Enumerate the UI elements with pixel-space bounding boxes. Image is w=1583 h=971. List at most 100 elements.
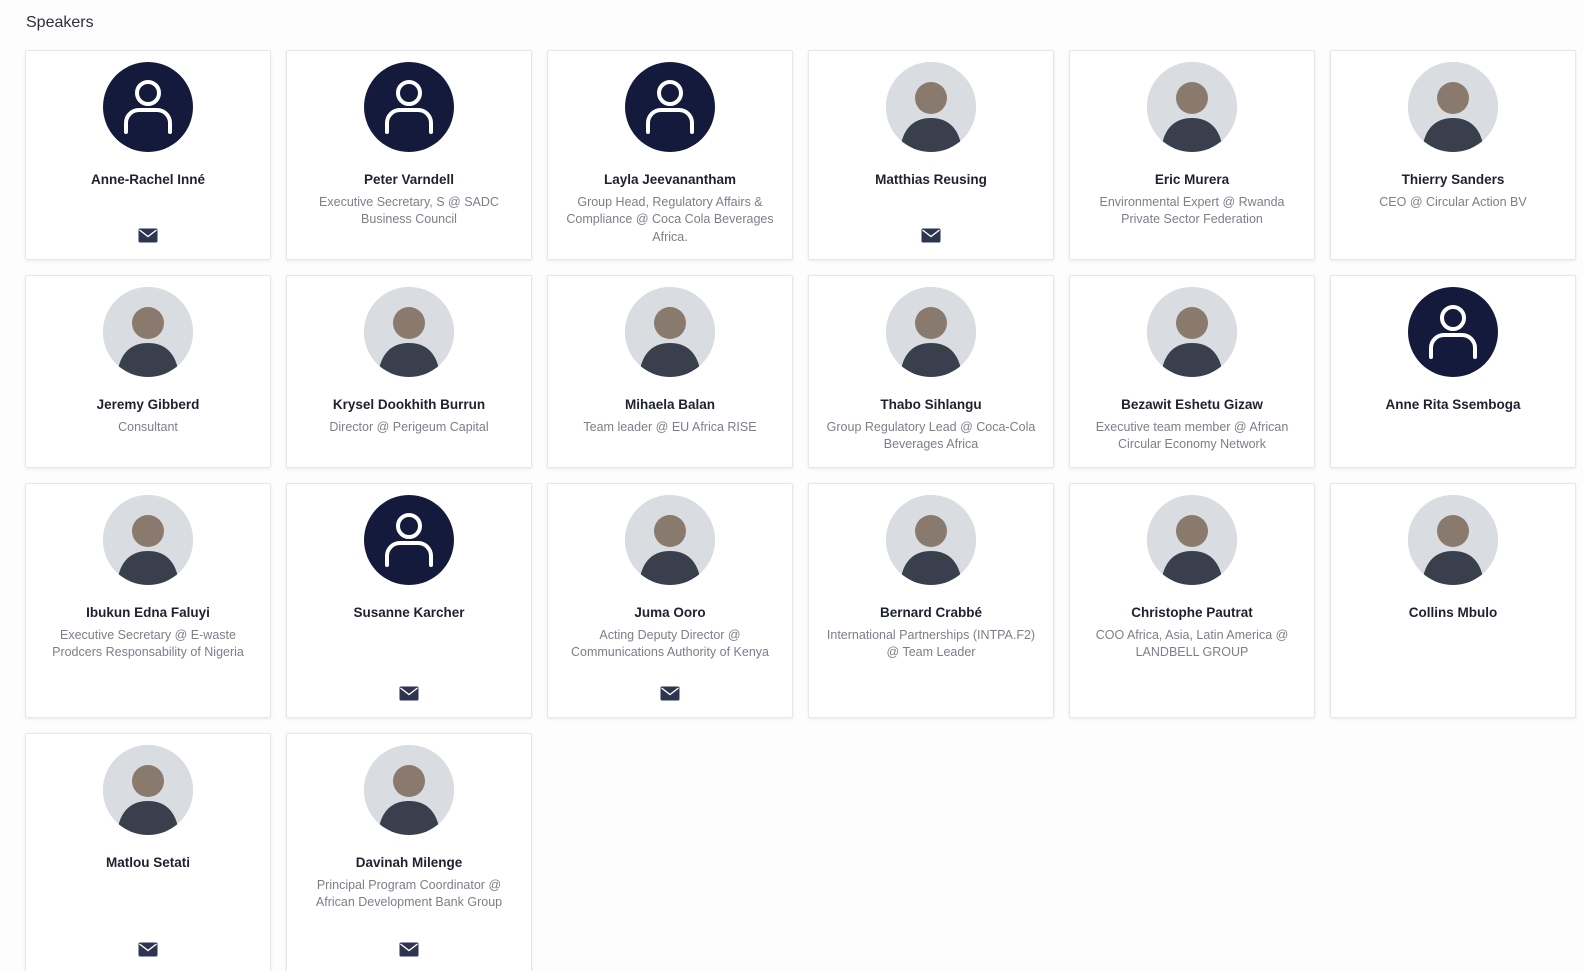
speaker-avatar[interactable] (103, 62, 193, 152)
speaker-name[interactable]: Thierry Sanders (1331, 172, 1575, 188)
speaker-avatar[interactable] (364, 495, 454, 585)
speaker-name[interactable]: Davinah Milenge (287, 855, 531, 871)
user-placeholder-icon (1429, 305, 1477, 359)
person-photo-icon (103, 287, 193, 377)
person-photo-icon (364, 287, 454, 377)
speaker-role: CEO @ Circular Action BV (1379, 195, 1527, 210)
speaker-avatar[interactable] (1147, 62, 1237, 152)
speaker-name[interactable]: Peter Varndell (287, 172, 531, 188)
speaker-card[interactable]: Bernard Crabbé International Partnerships… (808, 483, 1054, 718)
speaker-role: Executive team member @ African Circular… (1095, 420, 1289, 452)
mail-icon[interactable] (399, 686, 419, 701)
speaker-card[interactable]: Matthias Reusing (808, 50, 1054, 260)
speaker-name[interactable]: Anne Rita Ssemboga (1331, 397, 1575, 413)
speaker-avatar[interactable] (1147, 495, 1237, 585)
speaker-name[interactable]: Juma Ooro (548, 605, 792, 621)
speaker-card[interactable]: Davinah Milenge Principal Program Coordin… (286, 733, 532, 971)
speaker-avatar[interactable] (1147, 287, 1237, 377)
user-placeholder-icon (646, 80, 694, 134)
speaker-avatar[interactable] (103, 495, 193, 585)
speaker-avatar[interactable] (364, 745, 454, 835)
person-photo-icon (103, 745, 193, 835)
speaker-card[interactable]: Thierry Sanders CEO @ Circular Action BV (1330, 50, 1576, 260)
speaker-card[interactable]: Collins Mbulo (1330, 483, 1576, 718)
speaker-avatar[interactable] (103, 745, 193, 835)
speaker-avatar[interactable] (886, 287, 976, 377)
speaker-role: Acting Deputy Director @ Communications … (570, 628, 770, 660)
speaker-name[interactable]: Bernard Crabbé (809, 605, 1053, 621)
speakers-grid: Anne-Rachel Inné Peter Varndell Executive … (25, 50, 1576, 971)
mail-icon[interactable] (138, 942, 158, 957)
mail-icon[interactable] (660, 686, 680, 701)
speaker-name[interactable]: Mihaela Balan (548, 397, 792, 413)
person-photo-icon (1147, 287, 1237, 377)
speaker-name[interactable]: Susanne Karcher (287, 605, 531, 621)
speaker-role: Group Head, Regulatory Affairs & Complia… (566, 195, 774, 244)
speaker-name[interactable]: Matlou Setati (26, 855, 270, 871)
speaker-card[interactable]: Matlou Setati (25, 733, 271, 971)
speaker-avatar[interactable] (103, 287, 193, 377)
speaker-card[interactable]: Bezawit Eshetu Gizaw Executive team membe… (1069, 275, 1315, 468)
person-photo-icon (103, 495, 193, 585)
person-photo-icon (1408, 495, 1498, 585)
person-photo-icon (1147, 495, 1237, 585)
speaker-card[interactable]: Peter Varndell Executive Secretary, S @ S… (286, 50, 532, 260)
speaker-name[interactable]: Collins Mbulo (1331, 605, 1575, 621)
speaker-avatar[interactable] (1408, 287, 1498, 377)
speaker-avatar[interactable] (886, 62, 976, 152)
speaker-card[interactable]: Juma Ooro Acting Deputy Director @ Commun… (547, 483, 793, 718)
speaker-role: COO Africa, Asia, Latin America @ LANDBE… (1095, 628, 1289, 660)
speaker-role: Executive Secretary @ E-waste Prodcers R… (52, 628, 244, 660)
speaker-avatar[interactable] (625, 495, 715, 585)
person-photo-icon (886, 495, 976, 585)
speaker-card[interactable]: Krysel Dookhith Burrun Director @ Perigeu… (286, 275, 532, 468)
speaker-card[interactable]: Eric Murera Environmental Expert @ Rwanda… (1069, 50, 1315, 260)
page-title: Speakers (26, 14, 94, 31)
speaker-name[interactable]: Jeremy Gibberd (26, 397, 270, 413)
speaker-card[interactable]: Anne-Rachel Inné (25, 50, 271, 260)
speaker-name[interactable]: Anne-Rachel Inné (26, 172, 270, 188)
mail-icon[interactable] (399, 942, 419, 957)
speaker-role: Environmental Expert @ Rwanda Private Se… (1099, 195, 1285, 227)
person-photo-icon (886, 62, 976, 152)
speaker-name[interactable]: Eric Murera (1070, 172, 1314, 188)
speaker-card[interactable]: Layla Jeevanantham Group Head, Regulatory… (547, 50, 793, 260)
speakers-page: Speakers Anne-Rachel Inné Peter Varndell E… (0, 0, 1583, 971)
speaker-role: Principal Program Coordinator @ African … (315, 878, 503, 910)
speaker-avatar[interactable] (364, 287, 454, 377)
speaker-name[interactable]: Christophe Pautrat (1070, 605, 1314, 621)
speaker-card[interactable]: Jeremy Gibberd Consultant (25, 275, 271, 468)
speaker-card[interactable]: Susanne Karcher (286, 483, 532, 718)
speaker-name[interactable]: Ibukun Edna Faluyi (26, 605, 270, 621)
speaker-avatar[interactable] (625, 62, 715, 152)
speaker-card[interactable]: Thabo Sihlangu Group Regulatory Lead @ Co… (808, 275, 1054, 468)
speaker-avatar[interactable] (886, 495, 976, 585)
user-placeholder-icon (385, 80, 433, 134)
speaker-card[interactable]: Anne Rita Ssemboga (1330, 275, 1576, 468)
speaker-card[interactable]: Ibukun Edna Faluyi Executive Secretary @ … (25, 483, 271, 718)
person-photo-icon (364, 745, 454, 835)
speaker-avatar[interactable] (1408, 62, 1498, 152)
speaker-name[interactable]: Layla Jeevanantham (548, 172, 792, 188)
speaker-name[interactable]: Matthias Reusing (809, 172, 1053, 188)
user-placeholder-icon (385, 513, 433, 567)
speaker-name[interactable]: Krysel Dookhith Burrun (287, 397, 531, 413)
speaker-avatar[interactable] (1408, 495, 1498, 585)
person-photo-icon (1147, 62, 1237, 152)
speaker-avatar[interactable] (625, 287, 715, 377)
speaker-card[interactable]: Mihaela Balan Team leader @ EU Africa RIS… (547, 275, 793, 468)
speaker-role: Team leader @ EU Africa RISE (583, 420, 757, 435)
speaker-role: Director @ Perigeum Capital (329, 420, 489, 435)
speaker-role: International Partnerships (INTPA.F2) @ … (826, 628, 1036, 660)
person-photo-icon (886, 287, 976, 377)
person-photo-icon (625, 495, 715, 585)
mail-icon[interactable] (921, 228, 941, 243)
speaker-name[interactable]: Thabo Sihlangu (809, 397, 1053, 413)
speaker-avatar[interactable] (364, 62, 454, 152)
speaker-role: Consultant (118, 420, 178, 435)
user-placeholder-icon (124, 80, 172, 134)
speaker-name[interactable]: Bezawit Eshetu Gizaw (1070, 397, 1314, 413)
person-photo-icon (1408, 62, 1498, 152)
speaker-card[interactable]: Christophe Pautrat COO Africa, Asia, Lati… (1069, 483, 1315, 718)
mail-icon[interactable] (138, 228, 158, 243)
